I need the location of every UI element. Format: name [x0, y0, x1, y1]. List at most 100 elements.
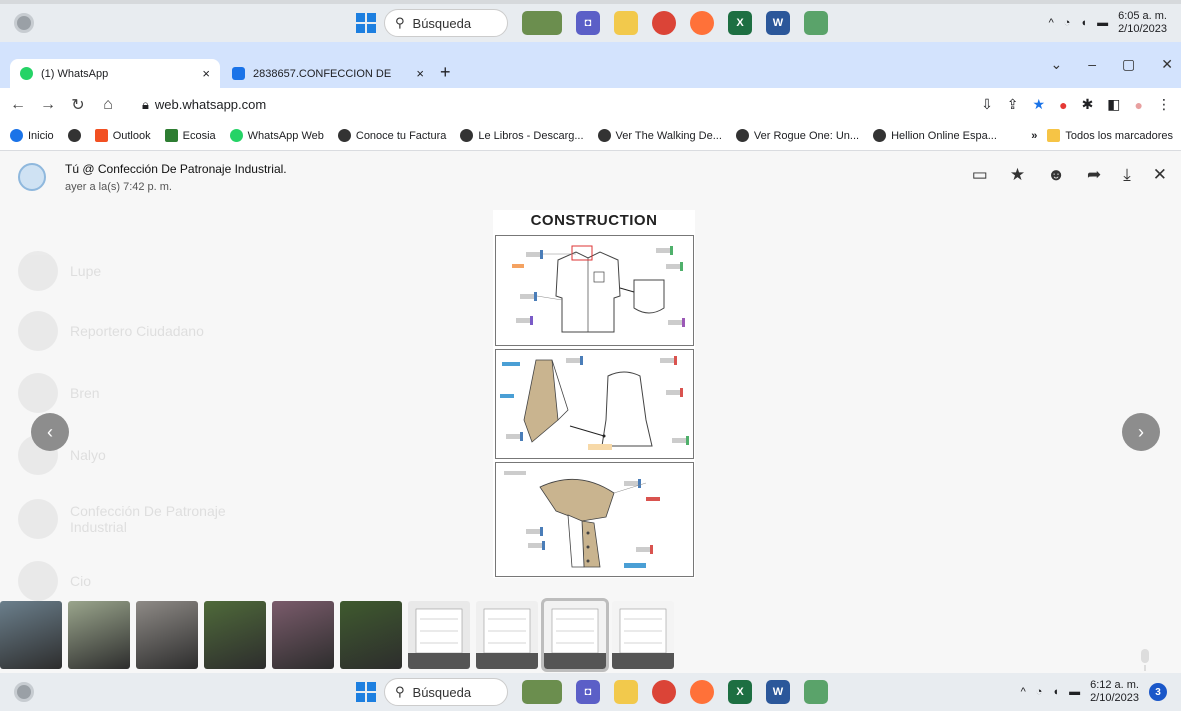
bookmark-lelibros[interactable]: Le Libros - Descarg...: [460, 129, 584, 142]
clock[interactable]: 6:05 a. m. 2/10/2023: [1118, 10, 1167, 36]
taskbar-top: ⚲ Búsqueda ◘ X W ^ ◔ ◖ ▬ 6:05 a. m. 2/10…: [0, 4, 1181, 42]
media-thumbnail[interactable]: [476, 601, 538, 669]
adblock-icon[interactable]: ●: [1059, 97, 1067, 113]
tab-document[interactable]: 2838657.CONFECCION DE SHOR ×: [222, 59, 434, 88]
bookmark-factura[interactable]: Conoce tu Factura: [337, 129, 446, 142]
bookmark-ecosia[interactable]: Ecosia: [164, 129, 216, 142]
download-icon[interactable]: ⤓: [1123, 165, 1131, 185]
address-bar[interactable]: 🔒︎ web.whatsapp.com: [130, 91, 1010, 118]
previous-media-button[interactable]: ‹: [31, 413, 69, 451]
clock-time: 6:12 a. m.: [1090, 679, 1139, 691]
close-window-icon[interactable]: ✕: [1161, 56, 1173, 73]
globe-icon: [337, 129, 351, 142]
go-to-message-icon[interactable]: ▭: [972, 165, 988, 185]
bookmark-whatsapp-web[interactable]: WhatsApp Web: [229, 129, 324, 142]
close-icon[interactable]: ✕: [1153, 165, 1167, 185]
share-icon[interactable]: ⇪: [1007, 96, 1019, 113]
star-icon[interactable]: ★: [1010, 165, 1025, 185]
chevron-up-icon[interactable]: ^: [1021, 686, 1026, 698]
next-media-button[interactable]: ›: [1122, 413, 1160, 451]
media-thumbnail[interactable]: [612, 601, 674, 669]
media-thumbnail[interactable]: [204, 601, 266, 669]
photos-app-icon[interactable]: [522, 680, 562, 704]
chrome-icon[interactable]: [652, 11, 676, 35]
new-tab-button[interactable]: +: [440, 62, 451, 83]
profile-avatar[interactable]: ●: [1135, 97, 1143, 113]
taskbar-search[interactable]: ⚲ Búsqueda: [384, 9, 508, 37]
firefox-icon[interactable]: [690, 680, 714, 704]
file-explorer-icon[interactable]: [614, 680, 638, 704]
github-icon: [67, 129, 81, 142]
chevron-up-icon[interactable]: ^: [1049, 17, 1054, 29]
photos-app-icon[interactable]: [522, 11, 562, 35]
media-thumbnail[interactable]: [340, 601, 402, 669]
bookmark-label: Le Libros - Descarg...: [478, 129, 584, 142]
media-thumbnail[interactable]: [272, 601, 334, 669]
sleeve-and-back-illustration: [500, 356, 689, 450]
media-thumbnail[interactable]: [541, 598, 609, 672]
app-icon[interactable]: [804, 680, 828, 704]
forward-icon[interactable]: →: [36, 96, 60, 114]
chrome-icon[interactable]: [652, 680, 676, 704]
whatsapp-icon: [229, 129, 243, 142]
windows-start-icon[interactable]: [356, 682, 376, 702]
bookmarks-overflow-button[interactable]: »: [1031, 130, 1037, 142]
tab-search-icon[interactable]: ⌄: [1051, 56, 1063, 73]
react-emoji-icon[interactable]: ☻: [1047, 165, 1065, 185]
windows-start-icon[interactable]: [356, 13, 376, 33]
teams-app-icon[interactable]: ◘: [576, 680, 600, 704]
wifi-icon[interactable]: ◔: [1036, 686, 1043, 698]
bookmark-outlook[interactable]: Outlook: [94, 129, 151, 142]
tab-whatsapp[interactable]: (1) WhatsApp ×: [10, 59, 220, 88]
widgets-icon[interactable]: [14, 682, 34, 702]
battery-icon[interactable]: ▬: [1097, 17, 1108, 29]
wifi-icon[interactable]: ◔: [1064, 17, 1071, 29]
bookmark-label: Ecosia: [182, 129, 216, 142]
word-icon[interactable]: W: [766, 680, 790, 704]
media-thumbnail[interactable]: [68, 601, 130, 669]
reload-icon[interactable]: ↻: [66, 95, 90, 115]
taskbar-search[interactable]: ⚲ Búsqueda: [384, 678, 508, 706]
globe-icon: [873, 129, 887, 142]
search-icon: ⚲: [395, 684, 405, 699]
bookmark-inicio[interactable]: Inicio: [10, 129, 54, 142]
media-thumbnail[interactable]: [0, 601, 62, 669]
bookmark-label: Outlook: [112, 129, 151, 142]
clock[interactable]: 6:12 a. m. 2/10/2023: [1090, 679, 1139, 705]
side-panel-icon[interactable]: ◧: [1107, 96, 1120, 113]
install-app-icon[interactable]: ⇩: [981, 96, 993, 113]
extensions-icon[interactable]: ✱: [1082, 96, 1094, 113]
bookmark-github[interactable]: [67, 129, 81, 142]
media-thumbnail[interactable]: [408, 601, 470, 669]
minimize-icon[interactable]: –: [1088, 56, 1096, 73]
close-tab-icon[interactable]: ×: [202, 66, 210, 81]
firefox-icon[interactable]: [690, 11, 714, 35]
widgets-icon[interactable]: [14, 13, 34, 33]
menu-icon[interactable]: ⋮: [1157, 96, 1171, 113]
bookmark-rogue-one[interactable]: Ver Rogue One: Un...: [735, 129, 859, 142]
group-avatar[interactable]: [18, 163, 46, 191]
volume-icon[interactable]: ◖: [1052, 686, 1059, 698]
bookmark-walking-dead[interactable]: Ver The Walking De...: [597, 129, 722, 142]
bookmark-icon: [10, 129, 23, 142]
forward-icon[interactable]: ➦: [1087, 165, 1101, 185]
media-thumbnail[interactable]: [136, 601, 198, 669]
construction-panel-2: [495, 349, 694, 459]
maximize-icon[interactable]: ▢: [1122, 56, 1135, 73]
viewer-timestamp: ayer a la(s) 7:42 p. m.: [65, 181, 172, 193]
notification-badge[interactable]: 3: [1149, 683, 1167, 701]
bookmark-hellion[interactable]: Hellion Online Espa...: [873, 129, 997, 142]
back-icon[interactable]: ←: [6, 96, 30, 114]
file-explorer-icon[interactable]: [614, 11, 638, 35]
volume-icon[interactable]: ◖: [1080, 17, 1087, 29]
battery-charging-icon[interactable]: ▬: [1069, 686, 1080, 698]
home-icon[interactable]: ⌂: [96, 96, 120, 114]
excel-icon[interactable]: X: [728, 11, 752, 35]
app-icon[interactable]: [804, 11, 828, 35]
teams-app-icon[interactable]: ◘: [576, 11, 600, 35]
all-bookmarks-folder[interactable]: Todos los marcadores: [1047, 129, 1173, 142]
excel-icon[interactable]: X: [728, 680, 752, 704]
close-tab-icon[interactable]: ×: [416, 66, 424, 81]
bookmark-star-icon[interactable]: ★: [1033, 96, 1046, 113]
word-icon[interactable]: W: [766, 11, 790, 35]
